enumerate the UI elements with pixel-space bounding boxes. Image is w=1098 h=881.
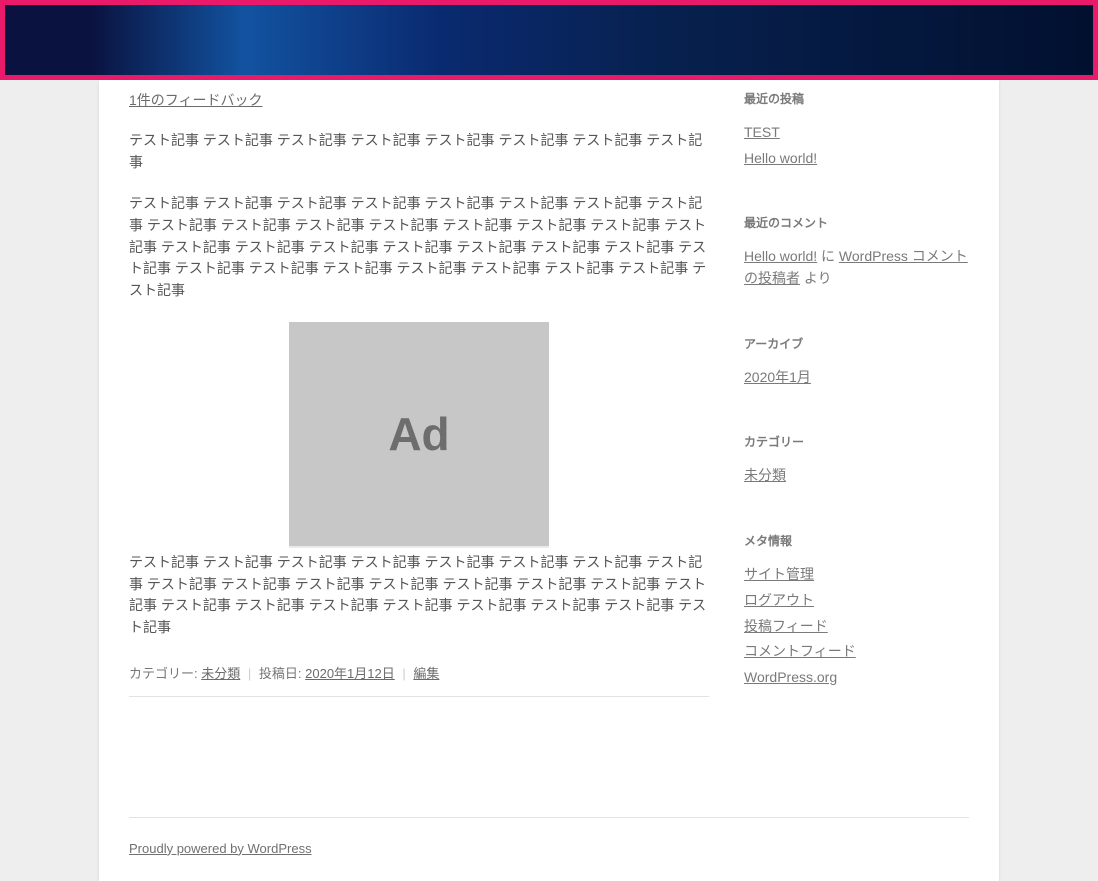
separator: | <box>248 666 251 681</box>
divider <box>129 817 969 818</box>
meta-link-wporg[interactable]: WordPress.org <box>744 669 837 685</box>
article-paragraph: テスト記事 テスト記事 テスト記事 テスト記事 テスト記事 テスト記事 テスト記… <box>129 130 709 173</box>
separator: | <box>402 666 405 681</box>
widget-recent-posts: 最近の投稿 TEST Hello world! <box>744 90 969 169</box>
date-label: 投稿日: <box>259 666 305 681</box>
meta-link-posts-feed[interactable]: 投稿フィード <box>744 618 828 634</box>
widget-categories: カテゴリー 未分類 <box>744 433 969 487</box>
widget-title: カテゴリー <box>744 433 969 450</box>
widget-title: メタ情報 <box>744 532 969 549</box>
comment-text: に <box>817 248 839 264</box>
archive-link[interactable]: 2020年1月 <box>744 369 811 385</box>
meta-link-admin[interactable]: サイト管理 <box>744 566 814 582</box>
category-link[interactable]: 未分類 <box>744 467 786 483</box>
widget-title: アーカイブ <box>744 335 969 352</box>
widget-recent-comments: 最近のコメント Hello world! に WordPress コメントの投稿… <box>744 214 969 289</box>
recent-post-link[interactable]: TEST <box>744 124 780 140</box>
meta-link-logout[interactable]: ログアウト <box>744 592 814 608</box>
content-area: 1件のフィードバック テスト記事 テスト記事 テスト記事 テスト記事 テスト記事… <box>99 80 999 817</box>
widget-title: 最近の投稿 <box>744 90 969 107</box>
widget-title: 最近のコメント <box>744 214 969 231</box>
date-link[interactable]: 2020年1月12日 <box>305 666 395 681</box>
article-paragraph: テスト記事 テスト記事 テスト記事 テスト記事 テスト記事 テスト記事 テスト記… <box>129 552 709 639</box>
category-label: カテゴリー: <box>129 666 201 681</box>
post-meta: カテゴリー: 未分類 | 投稿日: 2020年1月12日 | 編集 <box>129 659 709 682</box>
comment-text: より <box>800 270 832 286</box>
main-column: 1件のフィードバック テスト記事 テスト記事 テスト記事 テスト記事 テスト記事… <box>129 90 709 817</box>
footer: Proudly powered by WordPress <box>99 817 999 876</box>
meta-link-comments-feed[interactable]: コメントフィード <box>744 643 856 659</box>
widget-archives: アーカイブ 2020年1月 <box>744 335 969 389</box>
recent-comment: Hello world! に WordPress コメントの投稿者 より <box>744 246 969 289</box>
comment-post-link[interactable]: Hello world! <box>744 248 817 264</box>
article-paragraph: テスト記事 テスト記事 テスト記事 テスト記事 テスト記事 テスト記事 テスト記… <box>129 193 709 301</box>
feedback-link[interactable]: 1件のフィードバック <box>129 90 263 110</box>
recent-post-link[interactable]: Hello world! <box>744 150 817 166</box>
ad-placeholder: Ad <box>289 322 549 546</box>
footer-powered-link[interactable]: Proudly powered by WordPress <box>129 841 312 856</box>
divider <box>129 696 709 697</box>
sidebar: 最近の投稿 TEST Hello world! 最近のコメント Hello wo… <box>744 90 969 817</box>
ad-container: Ad <box>129 322 709 546</box>
header-banner <box>0 0 1098 80</box>
widget-meta: メタ情報 サイト管理 ログアウト 投稿フィード コメントフィード WordPre… <box>744 532 969 688</box>
category-link[interactable]: 未分類 <box>201 666 240 681</box>
page-container: 1件のフィードバック テスト記事 テスト記事 テスト記事 テスト記事 テスト記事… <box>99 80 999 881</box>
edit-link[interactable]: 編集 <box>413 666 439 681</box>
